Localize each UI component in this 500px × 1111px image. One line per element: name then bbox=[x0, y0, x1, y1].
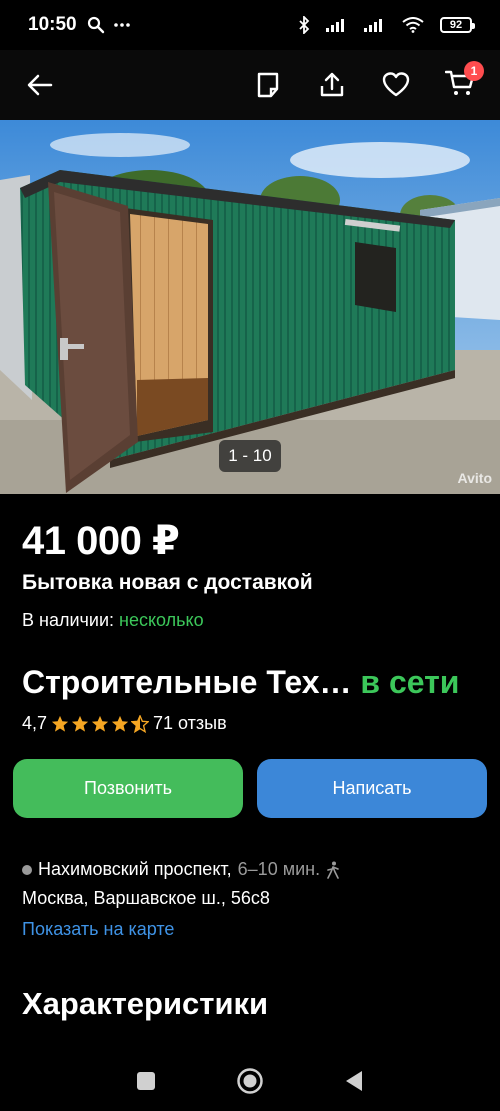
home-icon[interactable] bbox=[236, 1067, 264, 1095]
back-arrow-icon[interactable] bbox=[20, 65, 60, 105]
call-button[interactable]: Позвонить bbox=[13, 759, 243, 818]
availability-value: несколько bbox=[119, 610, 204, 630]
reviews-count: 71 отзыв bbox=[153, 713, 227, 733]
top-nav: 1 bbox=[0, 50, 500, 120]
availability: В наличии: несколько bbox=[22, 610, 204, 631]
share-icon[interactable] bbox=[312, 65, 352, 105]
show-on-map-link[interactable]: Показать на карте bbox=[22, 919, 174, 940]
online-status: в сети bbox=[360, 664, 460, 700]
signal-icon-2 bbox=[364, 18, 386, 32]
recent-apps-icon[interactable] bbox=[136, 1071, 156, 1091]
status-time: 10:50 bbox=[28, 14, 77, 35]
price: 41 000 ₽ bbox=[22, 519, 180, 563]
wifi-icon bbox=[402, 17, 424, 33]
star-icon bbox=[111, 715, 129, 732]
characteristics-heading: Характеристики bbox=[22, 986, 269, 1021]
star-icon bbox=[51, 715, 69, 732]
rating-value: 4,7 bbox=[22, 713, 48, 733]
cabin-photo-illustration bbox=[0, 120, 500, 494]
search-icon bbox=[87, 16, 105, 34]
write-button[interactable]: Написать bbox=[257, 759, 487, 818]
metro-dot-icon bbox=[22, 864, 32, 875]
back-triangle-icon[interactable] bbox=[344, 1070, 364, 1092]
photo-counter: 1 - 10 bbox=[219, 440, 281, 472]
status-bar: 10:50 92 bbox=[0, 0, 500, 50]
seller-rating[interactable]: 4,7 71 отзыв bbox=[22, 713, 227, 734]
seller-name: Строительные Тех… bbox=[22, 664, 352, 700]
heart-icon[interactable] bbox=[376, 65, 416, 105]
half-star-icon bbox=[131, 714, 150, 733]
metro-time: 6–10 мин. bbox=[237, 859, 321, 879]
metro-station: Нахимовский проспект, 6–10 мин. bbox=[22, 859, 340, 880]
metro-name: Нахимовский проспект, bbox=[38, 859, 232, 879]
address: Москва, Варшавское ш., 56с8 bbox=[22, 888, 270, 908]
walking-icon bbox=[327, 861, 339, 879]
note-icon[interactable] bbox=[248, 65, 288, 105]
cart-badge: 1 bbox=[464, 61, 484, 81]
listing-photo[interactable]: Avito bbox=[0, 120, 500, 494]
star-icon bbox=[91, 715, 109, 732]
star-icon bbox=[71, 715, 89, 732]
availability-label: В наличии: bbox=[22, 610, 120, 630]
bluetooth-icon bbox=[298, 16, 310, 34]
system-nav-bar bbox=[0, 1050, 500, 1111]
rating-stars bbox=[51, 714, 150, 733]
battery-icon: 92 bbox=[440, 17, 475, 33]
cart-button[interactable]: 1 bbox=[440, 61, 484, 105]
watermark: Avito bbox=[457, 470, 492, 486]
seller-name-row[interactable]: Строительные Тех… в сети bbox=[22, 664, 459, 701]
listing-title: Бытовка новая с доставкой bbox=[22, 571, 313, 594]
more-dots-icon bbox=[113, 22, 131, 28]
signal-icon bbox=[326, 18, 348, 32]
